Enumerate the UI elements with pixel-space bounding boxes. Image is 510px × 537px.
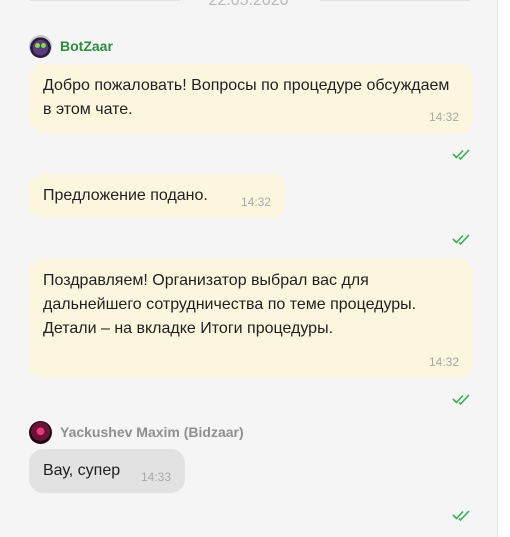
message-author: BotZaar (29, 34, 113, 58)
author-name[interactable]: Yackushev Maxim (Bidzaar) (60, 422, 244, 442)
user-avatar-icon[interactable] (29, 420, 52, 444)
message-text: Вау, супер (43, 462, 121, 479)
message-time: 14:33 (140, 470, 171, 484)
message-author: Yackushev Maxim (Bidzaar) (29, 420, 244, 444)
message-text: Поздравляем! Организатор выбрал вас для … (43, 272, 417, 337)
message-bubble[interactable]: Предложение подано. 14:32 (29, 174, 285, 218)
message-time: 14:32 (428, 110, 459, 124)
message-text: Предложение подано. (43, 187, 208, 204)
scrollbar-track[interactable] (497, 0, 510, 537)
double-check-icon (452, 394, 470, 405)
double-check-icon (452, 510, 470, 521)
message-bubble[interactable]: Вау, супер 14:33 (29, 449, 185, 493)
message-bubble[interactable]: Поздравляем! Организатор выбрал вас для … (29, 259, 473, 378)
author-name[interactable]: BotZaar (60, 36, 113, 56)
message-text: Добро пожаловать! Вопросы по процедуре о… (43, 77, 450, 118)
date-separator: 22.05.2020 (0, 0, 497, 11)
double-check-icon (452, 149, 470, 160)
message-time: 14:32 (428, 355, 459, 369)
message-time: 14:32 (240, 195, 271, 209)
message-bubble[interactable]: Добро пожаловать! Вопросы по процедуре о… (29, 64, 473, 133)
double-check-icon (452, 234, 470, 245)
chat-panel: 22.05.2020 BotZaar Добро пожаловать! Воп… (0, 0, 497, 537)
date-label: 22.05.2020 (208, 0, 289, 9)
date-divider-right (320, 0, 470, 1)
bot-avatar-icon[interactable] (29, 34, 52, 58)
